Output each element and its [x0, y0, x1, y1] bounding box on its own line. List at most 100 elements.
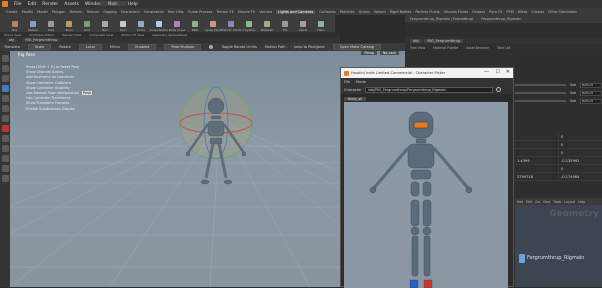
camera-icon[interactable]: [1, 145, 9, 152]
shelf-tab[interactable]: Particle Fluids: [415, 10, 439, 14]
table-cell[interactable]: [515, 165, 559, 172]
shelf-tab[interactable]: Crowds: [531, 10, 544, 14]
picker-left-knee[interactable]: [410, 226, 420, 236]
network-menu-item[interactable]: Go: [535, 200, 539, 204]
network-menu-item[interactable]: Add: [517, 200, 523, 204]
menu-file[interactable]: File: [14, 2, 22, 7]
network-menu-item[interactable]: Tools: [553, 200, 561, 204]
shelf-tool[interactable]: L-System: [242, 21, 256, 32]
menu-render[interactable]: Render: [42, 2, 58, 7]
shelf-tab[interactable]: Modify: [22, 10, 34, 14]
table-cell[interactable]: 1.4399: [515, 157, 559, 164]
view-icon[interactable]: [1, 105, 9, 112]
maximize-button[interactable]: ☐: [496, 69, 500, 75]
handle-icon[interactable]: [1, 75, 9, 82]
shelf-tab[interactable]: Drive Simulation: [548, 10, 577, 14]
path-obj[interactable]: obj: [6, 38, 18, 42]
picker-menu-mode[interactable]: Mode: [356, 80, 366, 84]
picker-right-knee[interactable]: [422, 226, 432, 236]
picker-right-hand[interactable]: [465, 186, 473, 194]
motion-path-toggle[interactable]: Motion Path: [265, 45, 286, 49]
picker-canvas[interactable]: [344, 102, 508, 288]
shelf-tab[interactable]: Collisions: [319, 10, 335, 14]
shelf-tool[interactable]: Spiral: [296, 21, 310, 32]
toggle-dot-icon[interactable]: [209, 45, 214, 49]
picker-left-leg[interactable]: [410, 199, 420, 227]
picker-right-leg[interactable]: [422, 199, 432, 227]
persp-menu[interactable]: Persp: [361, 51, 377, 55]
shelf-tool[interactable]: Tube: [44, 21, 58, 32]
shelf-tool[interactable]: Helix: [314, 21, 328, 32]
right-path-node[interactable]: RIG_Fergrumthrup: [424, 38, 464, 43]
pane-tab[interactable]: Geometry Spreadsheet: [152, 33, 187, 37]
network-menu-item[interactable]: Help: [578, 200, 585, 204]
shelf-tab[interactable]: Deform: [70, 10, 83, 14]
table-cell[interactable]: 0: [559, 165, 602, 172]
tab-take-list[interactable]: Take List: [497, 46, 511, 50]
network-menu-item[interactable]: Edit: [526, 200, 532, 204]
shelf-tool[interactable]: File: [278, 21, 292, 32]
picker-right-shin[interactable]: [423, 235, 431, 277]
path-node[interactable]: RIG_Fergrumthrup: [22, 38, 61, 42]
grid-icon[interactable]: [1, 175, 9, 182]
enabled-button[interactable]: Enabled: [128, 44, 157, 50]
menu-assets[interactable]: Assets: [64, 2, 79, 7]
shelf-tab[interactable]: Terrain FX: [216, 10, 233, 14]
menu-edit[interactable]: Edit: [28, 2, 37, 7]
param-dropdown[interactable]: Default: [580, 98, 602, 104]
picker-right-thigh[interactable]: [422, 181, 432, 197]
shelf-tab[interactable]: Guide Process: [188, 10, 213, 14]
shelf-tab[interactable]: Grains: [358, 10, 369, 14]
shelf-tool[interactable]: Box: [8, 21, 22, 32]
picker-chest[interactable]: [407, 143, 435, 169]
shelf-tool[interactable]: Curve Bezier: [150, 21, 168, 32]
lock-icon[interactable]: [1, 135, 9, 142]
local-button[interactable]: Local: [78, 44, 102, 50]
shelf-tool[interactable]: Line: [116, 21, 130, 32]
table-cell[interactable]: [515, 141, 559, 148]
pane-tab[interactable]: Render View: [62, 33, 81, 37]
desktop-selector[interactable]: Main: [100, 1, 126, 6]
shelf-tab[interactable]: Constraints: [144, 10, 164, 14]
shelf-tab[interactable]: Simple FX: [238, 10, 255, 14]
minimize-button[interactable]: —: [484, 69, 489, 75]
shelf-tab[interactable]: Oceans: [472, 10, 485, 14]
shelf-tab[interactable]: Polygon: [52, 10, 66, 14]
jump-rest-button[interactable]: Jump to Rest/Joint: [294, 45, 325, 49]
param-slider[interactable]: [515, 100, 566, 102]
record-icon[interactable]: [1, 125, 9, 132]
pose-multiple-button[interactable]: Pose Multiple: [164, 44, 202, 50]
shelf-tab[interactable]: FEM: [506, 10, 513, 14]
light-icon[interactable]: [1, 155, 9, 162]
shelf-tool[interactable]: Sphere: [26, 21, 40, 32]
shelf-tool[interactable]: Platonic Solids: [221, 21, 241, 32]
picker-left-hand[interactable]: [369, 186, 377, 194]
right-path-obj[interactable]: obj: [410, 38, 422, 43]
display-icon[interactable]: [1, 165, 9, 172]
shelf-tab[interactable]: Vellum: [374, 10, 386, 14]
param-slider[interactable]: [515, 84, 566, 86]
table-cell[interactable]: [515, 149, 559, 156]
shelf-tab[interactable]: Volume: [259, 10, 272, 14]
character-path-field[interactable]: /obj/RIG_Fergrumthrup/Fergrumthrup_Rigma…: [364, 86, 493, 93]
tab-rigmain-formatting[interactable]: Fergrumthrup_Rigmain (Formatting): [410, 17, 473, 21]
param-dropdown[interactable]: Default: [580, 82, 602, 88]
toggle-rotate-limits[interactable]: Toggle Rotate Limits: [221, 45, 256, 49]
brush-icon[interactable]: [1, 95, 9, 102]
snap-icon[interactable]: [1, 115, 9, 122]
picker-visor[interactable]: [413, 121, 429, 129]
table-cell[interactable]: 0: [559, 149, 602, 156]
tab-asset-browser[interactable]: Asset Browser: [466, 46, 489, 50]
pane-tab[interactable]: Scene View: [4, 33, 21, 37]
tab-tree-view[interactable]: Tree View: [410, 46, 425, 50]
table-cell[interactable]: 0: [559, 133, 602, 140]
table-cell[interactable]: -0.135992: [559, 157, 602, 164]
shelf-tool[interactable]: Torus: [62, 21, 76, 32]
shelf-tab[interactable]: Lights and Cameras: [276, 9, 316, 14]
shelf-tab[interactable]: Particles: [340, 10, 355, 14]
pane-tab[interactable]: Composite View: [89, 33, 113, 37]
table-cell[interactable]: [515, 133, 559, 140]
menu-help[interactable]: Help: [128, 2, 138, 7]
table-cell[interactable]: -0.174984: [559, 173, 602, 180]
tab-rigmain[interactable]: Fergrumthrup_Rigmain: [481, 17, 521, 21]
